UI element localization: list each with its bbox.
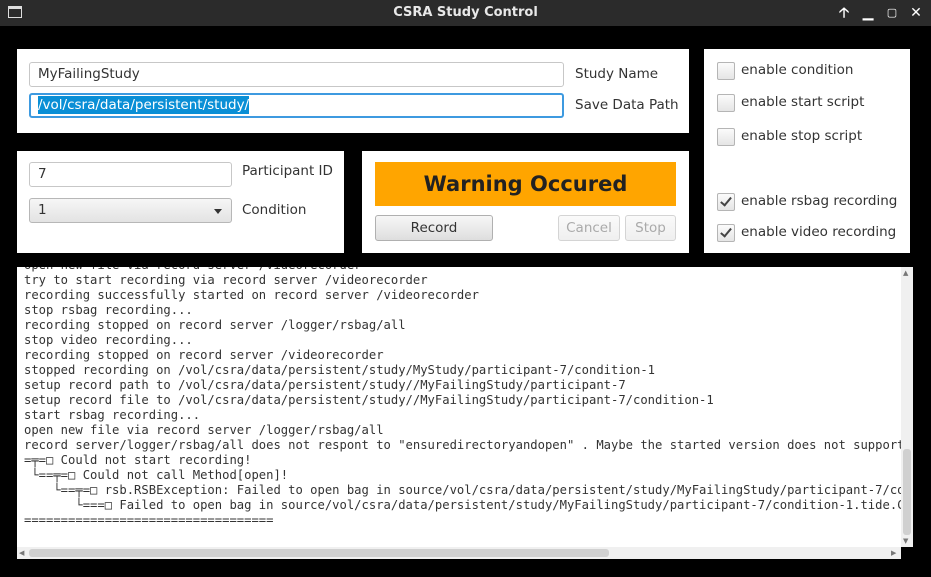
log-text: open new file via record server /videore… [24, 267, 913, 527]
condition-label: Condition [242, 202, 307, 218]
vertical-scroll-thumb[interactable] [903, 449, 911, 535]
enable-rsbag-recording-label: enable rsbag recording [741, 193, 898, 209]
participant-id-input[interactable]: 7 [29, 162, 232, 187]
record-button[interactable]: Record [375, 215, 493, 241]
condition-value: 1 [38, 202, 47, 218]
enable-stop-script-label: enable stop script [741, 128, 863, 144]
minimize-icon[interactable]: ▁ [858, 3, 878, 23]
participant-id-label: Participant ID [242, 163, 333, 179]
stop-button[interactable]: Stop [625, 215, 676, 241]
enable-stop-script-checkbox[interactable] [717, 128, 735, 146]
maximize-icon[interactable]: ▢ [882, 3, 902, 23]
study-panel: MyFailingStudy Study Name /vol/csra/data… [17, 49, 689, 133]
options-panel: enable condition enable start script ena… [704, 49, 910, 253]
path-selection: /vol/csra/data/persistent/study/ [38, 96, 250, 114]
title-bar: CSRA Study Control 🡡 ▁ ▢ ✕ [0, 0, 931, 26]
enable-rsbag-recording-checkbox[interactable] [717, 193, 735, 211]
study-name-label: Study Name [575, 66, 659, 82]
window-title: CSRA Study Control [393, 5, 538, 20]
condition-select[interactable]: 1 [29, 198, 232, 223]
enable-start-script-label: enable start script [741, 94, 865, 110]
enable-condition-checkbox[interactable] [717, 62, 735, 80]
log-textarea[interactable]: open new file via record server /videore… [17, 267, 913, 547]
scroll-left-icon[interactable]: ◀ [19, 549, 24, 557]
study-name-input[interactable]: MyFailingStudy [29, 62, 564, 87]
chevron-down-icon [214, 209, 222, 214]
vertical-scrollbar[interactable]: ▲ ▼ [901, 267, 913, 547]
pin-icon[interactable]: 🡡 [834, 3, 854, 23]
enable-video-recording-checkbox[interactable] [717, 224, 735, 242]
scroll-down-icon[interactable]: ▼ [903, 537, 908, 545]
save-data-path-input[interactable]: /vol/csra/data/persistent/study/ [29, 93, 564, 118]
scroll-right-icon[interactable]: ▶ [891, 549, 896, 557]
status-banner: Warning Occured [375, 162, 676, 206]
enable-start-script-checkbox[interactable] [717, 94, 735, 112]
horizontal-scroll-thumb[interactable] [29, 549, 609, 557]
horizontal-scrollbar[interactable]: ◀ ▶ [17, 547, 901, 559]
checkmark-icon [720, 225, 732, 238]
control-panel: Warning Occured Record Cancel Stop [362, 151, 689, 253]
enable-video-recording-label: enable video recording [741, 224, 897, 240]
save-data-path-label: Save Data Path [575, 97, 679, 113]
cancel-button[interactable]: Cancel [558, 215, 620, 241]
participant-panel: 7 Participant ID 1 Condition [17, 151, 344, 253]
checkmark-icon [720, 194, 732, 207]
close-icon[interactable]: ✕ [906, 3, 926, 23]
scroll-up-icon[interactable]: ▲ [903, 269, 908, 277]
enable-condition-label: enable condition [741, 62, 854, 78]
